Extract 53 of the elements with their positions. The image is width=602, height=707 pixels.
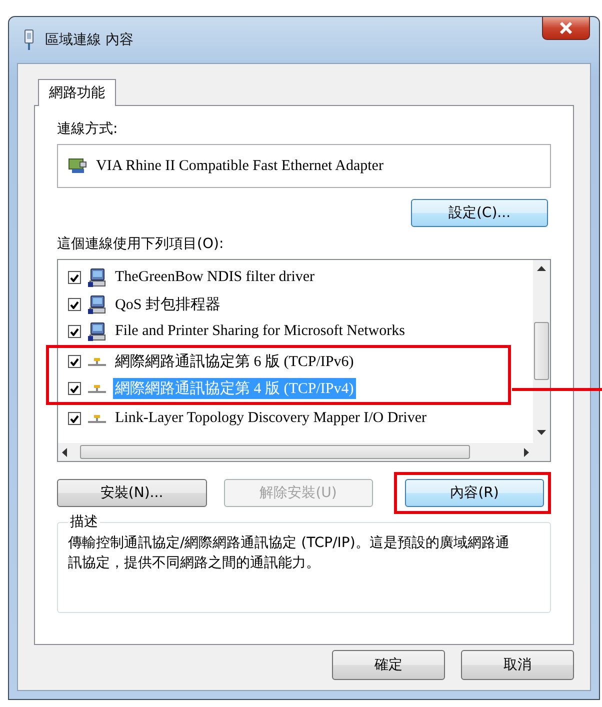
protocol-icon [87,356,107,366]
item-label: File and Printer Sharing for Microsoft Networks [114,322,406,341]
check-icon [70,274,79,282]
tab[interactable]: 網路功能 [38,79,116,106]
network-card-icon [68,157,88,175]
field-label: 連線方式: [57,120,119,138]
computer-icon [87,294,107,314]
checkbox[interactable] [68,271,81,284]
close-button[interactable] [542,17,590,40]
computer-icon [87,268,107,288]
checkbox[interactable] [68,298,81,311]
ok-button[interactable]: 確定 [332,650,445,680]
protocol-icon [87,414,107,424]
checkbox[interactable] [68,382,81,395]
properties-button[interactable]: 內容(R) [405,479,544,507]
scrollbar-thumb[interactable] [534,322,549,380]
adapter-name: VIA Rhine II Compatible Fast Ethernet Adapter [96,158,384,174]
scroll-down-icon[interactable] [537,430,546,435]
computer-icon [87,322,107,342]
item-label: TheGreenBow NDIS filter driver [114,268,316,287]
check-icon [70,384,79,392]
list-item[interactable]: 網際網路通訊協定第 6 版 (TCP/IPv6) [58,348,508,375]
list-item[interactable]: Link-Layer Topology Discovery Mapper I/O Driver [58,405,533,432]
check-icon [70,328,79,336]
close-icon [559,22,573,34]
scroll-right-icon[interactable] [524,448,529,456]
item-label: 網際網路通訊協定第 4 版 (TCP/IPv4) [113,378,356,399]
vertical-scrollbar[interactable] [533,260,550,461]
scroll-left-icon[interactable] [62,448,67,456]
description-text: 傳輸控制通訊協定/網際網路通訊協定 (TCP/IP)。這是預設的廣域網路通訊協定，提供不同網路之間的通訊能力。 [68,534,510,573]
item-label: Link-Layer Topology Discovery Mapper I/O Driver [114,409,428,428]
horizontal-scrollbar[interactable] [58,443,533,461]
configure-button[interactable]: 設定(C)... [411,199,548,227]
network-adapter-icon [23,29,35,51]
group-label: 描述 [69,513,99,531]
item-label: QoS 封包排程器 [114,296,222,315]
field-label: 這個連線使用下列項目(O): [57,235,225,253]
checkbox[interactable] [68,355,81,368]
scrollbar-thumb[interactable] [80,445,470,459]
check-icon [70,414,79,422]
item-label: 網際網路通訊協定第 6 版 (TCP/IPv6) [114,352,355,372]
scroll-up-icon[interactable] [537,266,546,271]
check-icon [70,300,79,308]
list-item[interactable]: QoS 封包排程器 [58,291,533,318]
checkbox[interactable] [68,325,81,338]
list-item[interactable]: TheGreenBow NDIS filter driver [58,264,533,291]
protocol-icon [87,384,107,394]
install-button[interactable]: 安裝(N)... [57,479,207,507]
cancel-button[interactable]: 取消 [461,650,574,680]
window-title: 區域連線 內容 [45,31,134,49]
list-item[interactable]: File and Printer Sharing for Microsoft Networks [58,318,533,345]
checkbox[interactable] [68,412,81,425]
check-icon [70,358,79,366]
